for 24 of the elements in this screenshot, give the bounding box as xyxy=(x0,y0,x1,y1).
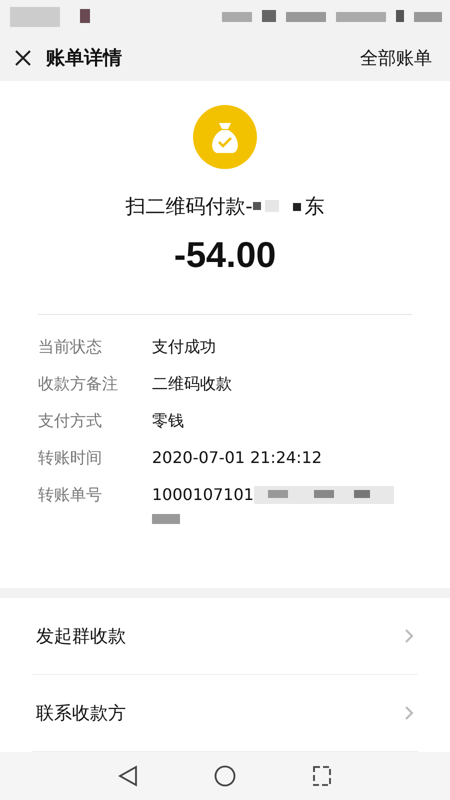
chevron-right-icon xyxy=(404,705,414,722)
money-bag-icon xyxy=(193,104,257,169)
page-title: 账单详情 xyxy=(46,46,123,71)
back-icon[interactable] xyxy=(118,765,138,788)
detail-value: 零钱 xyxy=(152,410,184,432)
merchant-title: 扫二维码付款- xyxy=(125,192,253,220)
amount: -54.00 xyxy=(174,234,276,276)
all-bills-link[interactable]: 全部账单 xyxy=(360,46,432,70)
detail-value: 1000107101 xyxy=(152,484,254,506)
detail-value: 2020-07-01 21:24:12 xyxy=(152,446,322,469)
merchant-title: 东 xyxy=(304,192,325,220)
detail-value: 二维码收款 xyxy=(152,372,232,395)
chevron-right-icon xyxy=(404,628,414,644)
detail-label: 收款方备注 xyxy=(38,372,119,395)
detail-value: 支付成功 xyxy=(152,336,216,358)
detail-label: 支付方式 xyxy=(38,410,103,432)
home-icon[interactable] xyxy=(214,765,236,788)
close-icon[interactable] xyxy=(14,48,32,67)
detail-label: 当前状态 xyxy=(38,336,103,358)
recents-icon[interactable] xyxy=(312,765,332,788)
menu-item[interactable]: 发起群收款 xyxy=(32,598,418,676)
detail-label: 转账单号 xyxy=(38,484,103,506)
detail-label: 转账时间 xyxy=(38,446,103,469)
redacted-drawing xyxy=(152,512,180,526)
